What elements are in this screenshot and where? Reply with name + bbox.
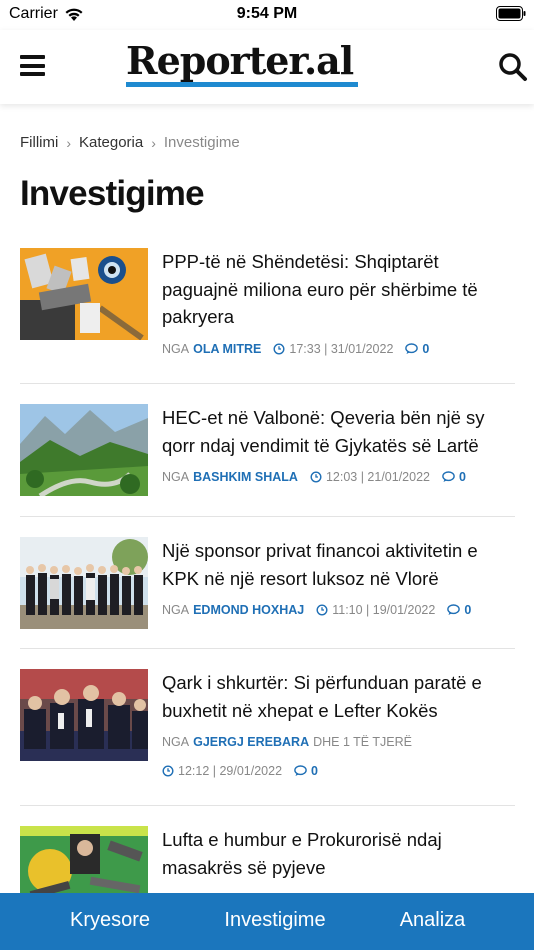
divider [20,516,515,517]
article-title[interactable]: Lufta e humbur e Prokurorisë ndaj masakr… [162,826,502,881]
comment-count[interactable]: 0 [405,342,429,356]
logo-underline [126,82,358,87]
page-title: Investigime [20,174,205,213]
article-thumbnail[interactable] [20,537,148,629]
status-bar: Carrier 9:54 PM [0,0,534,30]
article-datetime: 12:03 | 21/01/2022 [325,470,430,484]
article-time: 12:12 | 29/01/2022 [162,764,282,778]
article-meta-row-2: 12:12 | 29/01/2022 0 [162,764,318,778]
article-title[interactable]: HEC-et në Valbonë: Qeveria bën një sy qo… [162,404,502,459]
article-thumbnail[interactable] [20,669,148,761]
article-meta: NGA GJERGJ EREBARA DHE 1 TË TJERË [162,735,412,749]
logo-text: Reporter.al [126,38,354,83]
author-link[interactable]: BASHKIM SHALA [193,470,298,484]
article-thumbnail[interactable] [20,248,148,340]
article-thumbnail[interactable] [20,404,148,496]
comment-count-value: 0 [464,603,472,617]
author-link[interactable]: GJERGJ EREBARA [193,735,309,749]
comment-count[interactable]: 0 [294,764,318,778]
bottom-tab-bar: Kryesore Investigime Analiza [0,893,534,950]
article-datetime: 12:12 | 29/01/2022 [178,764,283,778]
article-meta: NGA EDMOND HOXHAJ 11:10 | 19/01/2022 0 [162,603,471,617]
comment-count-value: 0 [459,470,466,484]
article-title[interactable]: PPP-të në Shëndetësi: Shqiptarët paguajn… [162,248,502,331]
battery-icon [496,6,526,21]
clock-icon [273,343,285,355]
divider [20,805,515,806]
tab-investigime[interactable]: Investigime [210,909,340,932]
clock-icon [162,765,174,777]
author-prefix: NGA [162,470,190,484]
article-thumbnail[interactable] [20,826,148,893]
article-time: 12:03 | 21/01/2022 [310,470,430,484]
author-prefix: NGA [162,342,190,356]
article-title[interactable]: Një sponsor privat financoi aktivitetin … [162,537,502,592]
comment-count-value: 0 [311,764,318,778]
breadcrumb-home[interactable]: Fillimi [20,134,58,151]
article-item[interactable]: Një sponsor privat financoi aktivitetin … [20,537,515,637]
article-datetime: 11:10 | 19/01/2022 [332,603,436,617]
author-prefix: NGA [162,735,190,749]
author-link[interactable]: EDMOND HOXHAJ [193,603,304,617]
additional-authors: DHE 1 TË TJERË [313,735,412,749]
article-item[interactable]: PPP-të në Shëndetësi: Shqiptarët paguajn… [20,248,515,368]
tab-kryesore[interactable]: Kryesore [60,909,160,932]
breadcrumb-current: Investigime [163,134,240,151]
article-time: 11:10 | 19/01/2022 [316,603,435,617]
article-title[interactable]: Qark i shkurtër: Si përfunduan paratë e … [162,669,502,724]
comment-count-value: 0 [422,342,430,356]
comment-icon [405,343,419,354]
author-link[interactable]: OLA MITRE [193,342,261,356]
divider [20,383,515,384]
clock-icon [310,471,322,483]
chevron-right-icon: › [66,134,71,151]
article-item[interactable]: Lufta e humbur e Prokurorisë ndaj masakr… [20,826,515,893]
site-logo[interactable]: Reporter.al [126,41,360,89]
comment-icon [447,604,461,615]
hamburger-menu-icon[interactable] [20,55,45,76]
chevron-right-icon: › [151,134,156,151]
divider [20,648,515,649]
comment-icon [442,471,455,482]
search-icon[interactable] [498,52,528,82]
article-time: 17:33 | 31/01/2022 [273,342,393,356]
comment-count[interactable]: 0 [447,603,471,617]
comment-count[interactable]: 0 [442,470,466,484]
breadcrumb-category[interactable]: Kategoria [79,134,143,151]
article-item[interactable]: HEC-et në Valbonë: Qeveria bën një sy qo… [20,404,515,504]
article-meta: NGA OLA MITRE 17:33 | 31/01/2022 0 [162,342,429,356]
article-meta: NGA BASHKIM SHALA 12:03 | 21/01/2022 0 [162,470,466,484]
top-nav-bar: Reporter.al [0,30,534,104]
comment-icon [294,765,307,776]
article-item[interactable]: Qark i shkurtër: Si përfunduan paratë e … [20,669,515,789]
tab-analiza[interactable]: Analiza [385,909,480,932]
clock: 9:54 PM [236,5,298,22]
author-prefix: NGA [162,603,190,617]
article-datetime: 17:33 | 31/01/2022 [289,342,394,356]
clock-icon [316,604,328,616]
breadcrumb: Fillimi › Kategoria › Investigime [20,134,240,151]
